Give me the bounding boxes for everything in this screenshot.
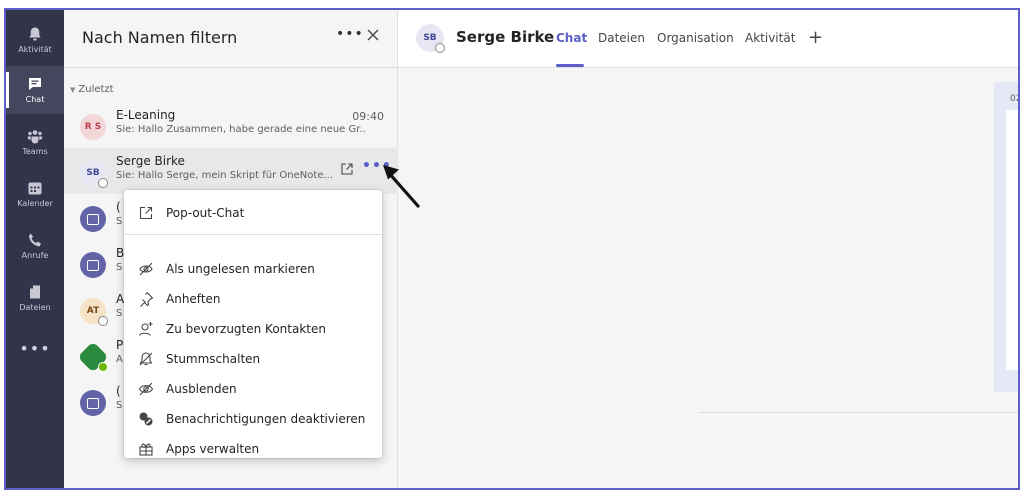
menu-item-popout-chat[interactable]: Pop-out-Chat — [124, 198, 382, 228]
chat-name: B — [116, 246, 125, 260]
menu-divider — [124, 234, 382, 235]
menu-item-label: Stummschalten — [166, 352, 261, 366]
menu-item-pin[interactable]: Anheften — [124, 284, 382, 314]
notifications-off-icon — [139, 412, 153, 426]
appbar-item-activity[interactable]: Aktivität — [6, 16, 64, 64]
chat-name: Serge Birke — [116, 154, 185, 168]
chat-icon — [29, 78, 41, 90]
appbar-label: Kalender — [17, 199, 53, 208]
meeting-icon — [80, 390, 106, 416]
chat-main: SB Serge Birke Chat Dateien Organisation… — [398, 10, 1018, 488]
tab-files[interactable]: Dateien — [598, 31, 645, 45]
divider — [698, 412, 1018, 413]
phone-icon — [29, 233, 41, 247]
chevron-down-icon: ▼ — [70, 86, 76, 94]
teams-window: Aktivität Chat Teams Kalender Anrufe Dat… — [4, 8, 1020, 490]
section-label: Zuletzt — [78, 84, 114, 95]
side-panel-content — [1006, 110, 1018, 370]
avatar: R S — [80, 114, 106, 140]
menu-item-mark-unread[interactable]: Als ungelesen markieren — [124, 254, 382, 284]
menu-item-hide[interactable]: Ausblenden — [124, 374, 382, 404]
hide-icon — [138, 382, 154, 396]
apps-icon — [139, 443, 153, 456]
menu-item-label: Zu bevorzugten Kontakten — [166, 322, 326, 336]
appbar-label: Anrufe — [21, 251, 49, 260]
chat-name: A — [116, 292, 125, 306]
meeting-icon — [80, 206, 106, 232]
pin-icon — [140, 292, 154, 307]
mute-icon — [139, 352, 153, 366]
calendar-icon — [28, 182, 42, 195]
menu-item-label: Pop-out-Chat — [166, 206, 245, 220]
chat-name: ( — [116, 200, 121, 214]
meeting-icon — [80, 252, 106, 278]
chat-name: P — [116, 338, 124, 352]
chat-time: 09:40 — [352, 110, 384, 123]
menu-item-disable-notifications[interactable]: Benachrichtigungen deaktivieren — [124, 404, 382, 434]
appbar-label: Dateien — [19, 303, 51, 312]
add-contact-icon — [138, 322, 153, 336]
menu-item-label: Anheften — [166, 292, 221, 306]
chat-preview: Sie: Hallo Serge, mein Skript für OneNot… — [116, 170, 334, 181]
presence-available-icon — [98, 362, 108, 372]
popout-icon[interactable] — [340, 162, 354, 176]
chat-row-serge-birke[interactable]: SB Serge Birke Sie: Hallo Serge, mein Sk… — [64, 148, 398, 194]
presence-offline-icon — [98, 316, 108, 326]
chat-row-e-leaning[interactable]: R S E-Leaning 09:40 Sie: Hallo Zusammen,… — [64, 102, 398, 148]
side-panel — [994, 82, 1018, 392]
presence-offline-icon — [435, 43, 445, 53]
chat-name: E-Leaning — [116, 108, 176, 122]
appbar-label: Aktivität — [18, 45, 52, 54]
more-icon: ••• — [19, 338, 51, 358]
side-panel-text: 02 — [1010, 94, 1018, 104]
tab-chat[interactable]: Chat — [556, 31, 587, 45]
appbar-item-files[interactable]: Dateien — [6, 274, 64, 322]
tab-organization[interactable]: Organisation — [657, 31, 734, 45]
chat-preview: Sie: Hallo Zusammen, habe gerade eine ne… — [116, 124, 366, 135]
appbar-item-chat[interactable]: Chat — [6, 66, 64, 114]
chat-header: SB Serge Birke Chat Dateien Organisation… — [398, 10, 1018, 68]
teams-icon — [27, 130, 43, 144]
filter-input[interactable]: Nach Namen filtern — [82, 28, 237, 47]
popout-icon — [139, 206, 153, 220]
add-tab-button[interactable]: + — [808, 27, 823, 48]
menu-item-label: Ausblenden — [166, 382, 237, 396]
appbar-item-calls[interactable]: Anrufe — [6, 222, 64, 270]
menu-item-label: Als ungelesen markieren — [166, 262, 315, 276]
active-tab-indicator — [556, 64, 584, 67]
chat-context-menu: Pop-out-Chat Als ungelesen markieren Anh… — [124, 190, 382, 458]
appbar-label: Chat — [25, 95, 45, 104]
mark-unread-icon — [139, 262, 153, 276]
appbar-label: Teams — [22, 147, 48, 156]
filter-more-button[interactable]: ••• — [336, 26, 364, 42]
file-icon — [30, 285, 40, 299]
appbar-more-button[interactable]: ••• — [6, 324, 64, 372]
menu-item-mute[interactable]: Stummschalten — [124, 344, 382, 374]
tab-activity[interactable]: Aktivität — [745, 31, 795, 45]
presence-offline-icon — [98, 178, 108, 188]
appbar-item-calendar[interactable]: Kalender — [6, 170, 64, 218]
menu-item-add-favorite-contact[interactable]: Zu bevorzugten Kontakten — [124, 314, 382, 344]
app-bar: Aktivität Chat Teams Kalender Anrufe Dat… — [6, 10, 64, 488]
close-icon[interactable] — [366, 28, 380, 42]
menu-item-manage-apps[interactable]: Apps verwalten — [124, 434, 382, 464]
menu-item-label: Apps verwalten — [166, 442, 260, 456]
chat-name: ( — [116, 384, 121, 398]
bell-icon — [29, 27, 41, 41]
annotation-arrow-icon — [383, 165, 420, 208]
section-header-recent[interactable]: ▼ Zuletzt — [70, 84, 114, 95]
menu-item-label: Benachrichtigungen deaktivieren — [166, 412, 366, 426]
appbar-item-teams[interactable]: Teams — [6, 118, 64, 166]
chat-title: Serge Birke — [456, 28, 555, 46]
filter-bar: Nach Namen filtern ••• — [64, 10, 398, 68]
